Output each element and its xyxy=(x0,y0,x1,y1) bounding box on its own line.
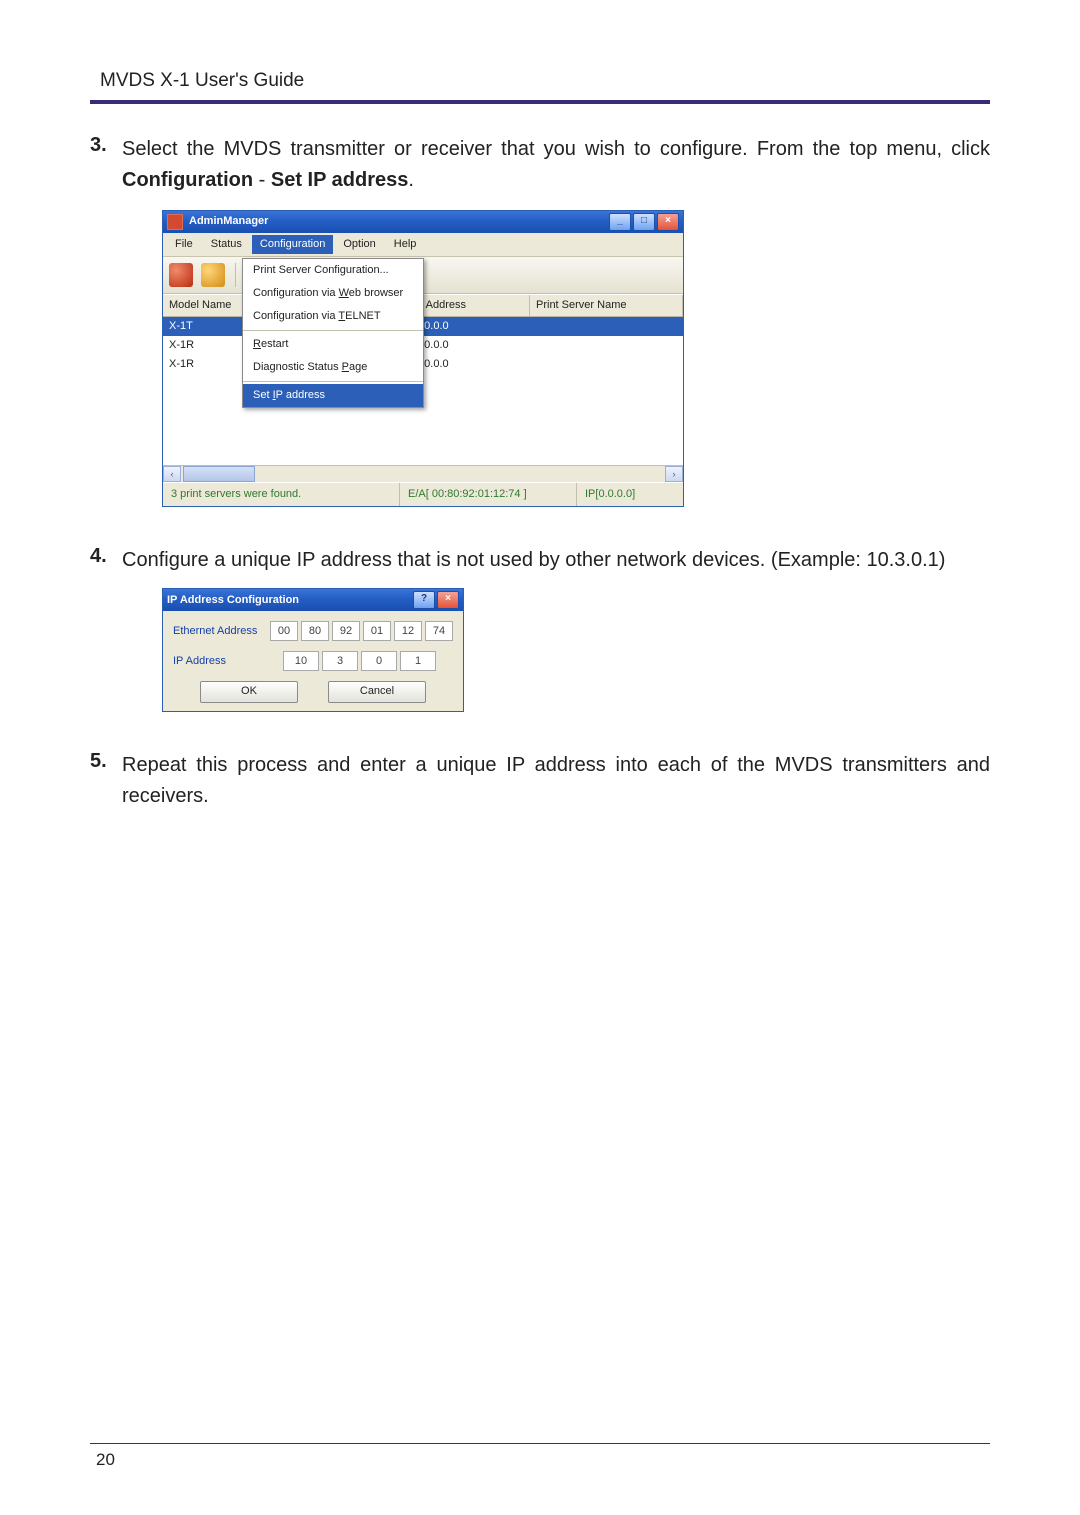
step-4: 4. Configure a unique IP address that is… xyxy=(90,545,990,726)
ip-octet[interactable]: 3 xyxy=(322,651,358,671)
status-ip: IP[0.0.0.0] xyxy=(577,483,683,506)
menu-item-web-browser[interactable]: Configuration via Web browser xyxy=(243,282,423,305)
scroll-right-arrow[interactable]: › xyxy=(665,466,683,482)
step-body: Repeat this process and enter a unique I… xyxy=(122,750,990,812)
horizontal-scrollbar[interactable]: ‹ › xyxy=(163,465,683,482)
step-body: Select the MVDS transmitter or receiver … xyxy=(122,134,990,521)
col-psn[interactable]: Print Server Name xyxy=(530,295,683,316)
toolbar-separator xyxy=(235,263,236,287)
ethernet-address-label: Ethernet Address xyxy=(173,623,270,640)
window-client-area: File Status Configuration Option Help xyxy=(163,233,683,506)
header-rule xyxy=(90,100,990,104)
step-number: 5. xyxy=(90,750,122,812)
period: . xyxy=(408,169,414,191)
ip-octet[interactable]: 10 xyxy=(283,651,319,671)
running-header: MVDS X-1 User's Guide xyxy=(90,70,990,92)
eth-octet[interactable]: 01 xyxy=(363,621,391,641)
menu-file[interactable]: File xyxy=(167,235,201,254)
window-title: AdminManager xyxy=(189,213,609,230)
menu-item-print-server-config[interactable]: Print Server Configuration... xyxy=(243,259,423,282)
cell-ip: 0.0.0.0 xyxy=(409,336,531,355)
step-3: 3. Select the MVDS transmitter or receiv… xyxy=(90,134,990,521)
eth-octet[interactable]: 92 xyxy=(332,621,360,641)
ip-octets: 10 3 0 1 xyxy=(283,651,436,671)
dialog-buttons: OK Cancel xyxy=(173,681,453,703)
ip-octet[interactable]: 1 xyxy=(400,651,436,671)
minimize-button[interactable]: _ xyxy=(609,213,631,231)
menu-item-bold: Set IP address xyxy=(271,169,408,191)
ip-config-dialog: IP Address Configuration ? × Ethernet Ad… xyxy=(162,588,464,712)
dialog-window-buttons: ? × xyxy=(413,591,459,609)
step-5: 5. Repeat this process and enter a uniqu… xyxy=(90,750,990,812)
cell-ip: 0.0.0.0 xyxy=(409,355,531,374)
step-number: 3. xyxy=(90,134,122,521)
page-footer: 20 xyxy=(90,1443,990,1470)
ethernet-address-row: Ethernet Address 00 80 92 01 12 74 xyxy=(173,621,453,641)
window-titlebar[interactable]: AdminManager _ □ × xyxy=(163,211,683,233)
col-ip[interactable]: IP Address xyxy=(407,295,530,316)
menu-item-diagnostic[interactable]: Diagnostic Status Page xyxy=(243,356,423,379)
menu-status[interactable]: Status xyxy=(203,235,250,254)
status-found: 3 print servers were found. xyxy=(163,483,400,506)
eth-octet[interactable]: 00 xyxy=(270,621,298,641)
ok-button[interactable]: OK xyxy=(200,681,298,703)
status-mac: E/A[ 00:80:92:01:12:74 ] xyxy=(400,483,577,506)
menu-item-set-ip[interactable]: Set IP address xyxy=(243,384,423,407)
menu-divider xyxy=(243,330,423,331)
dialog-title: IP Address Configuration xyxy=(167,592,413,609)
ip-address-label: IP Address xyxy=(173,653,283,670)
window-buttons: _ □ × xyxy=(609,213,679,231)
dash: - xyxy=(253,169,271,191)
step-number: 4. xyxy=(90,545,122,726)
help-button[interactable]: ? xyxy=(413,591,435,609)
cell-psn xyxy=(531,317,683,336)
configuration-dropdown[interactable]: Print Server Configuration... Configurat… xyxy=(242,258,424,408)
cell-psn xyxy=(531,355,683,374)
eth-octet[interactable]: 74 xyxy=(425,621,453,641)
ip-octet[interactable]: 0 xyxy=(361,651,397,671)
menu-name-bold: Configuration xyxy=(122,169,253,191)
toolbar-icon-1[interactable] xyxy=(169,263,193,287)
document-page: MVDS X-1 User's Guide 3. Select the MVDS… xyxy=(0,0,1080,1515)
scroll-left-arrow[interactable]: ‹ xyxy=(163,466,181,482)
toolbar-refresh-icon[interactable] xyxy=(201,263,225,287)
cell-model: X-1T xyxy=(163,317,245,336)
footer-rule xyxy=(90,1443,990,1444)
dialog-titlebar[interactable]: IP Address Configuration ? × xyxy=(163,589,463,611)
menu-bar[interactable]: File Status Configuration Option Help xyxy=(163,233,683,257)
menu-divider xyxy=(243,381,423,382)
menu-configuration[interactable]: Configuration xyxy=(252,235,333,254)
cell-ip: 0.0.0.0 xyxy=(409,317,531,336)
col-model[interactable]: Model Name xyxy=(163,295,246,316)
menu-option[interactable]: Option xyxy=(335,235,383,254)
ip-address-row: IP Address 10 3 0 1 xyxy=(173,651,453,671)
close-button[interactable]: × xyxy=(437,591,459,609)
cancel-button[interactable]: Cancel xyxy=(328,681,426,703)
dialog-body: Ethernet Address 00 80 92 01 12 74 xyxy=(163,611,463,711)
step-text: Repeat this process and enter a unique I… xyxy=(122,754,990,807)
instruction-list: 3. Select the MVDS transmitter or receiv… xyxy=(90,134,990,812)
menu-help[interactable]: Help xyxy=(386,235,425,254)
cell-model: X-1R xyxy=(163,336,245,355)
cell-model: X-1R xyxy=(163,355,245,374)
step-text: Select the MVDS transmitter or receiver … xyxy=(122,138,990,160)
status-bar: 3 print servers were found. E/A[ 00:80:9… xyxy=(163,482,683,506)
maximize-button[interactable]: □ xyxy=(633,213,655,231)
eth-octet[interactable]: 12 xyxy=(394,621,422,641)
menu-item-restart[interactable]: Restart xyxy=(243,333,423,356)
close-button[interactable]: × xyxy=(657,213,679,231)
eth-octet[interactable]: 80 xyxy=(301,621,329,641)
page-number: 20 xyxy=(90,1450,990,1470)
app-icon xyxy=(167,214,183,230)
ethernet-octets: 00 80 92 01 12 74 xyxy=(270,621,453,641)
menu-item-telnet[interactable]: Configuration via TELNET xyxy=(243,305,423,328)
step-text: Configure a unique IP address that is no… xyxy=(122,549,945,571)
adminmanager-window: AdminManager _ □ × File Status Configura… xyxy=(162,210,684,507)
cell-psn xyxy=(531,336,683,355)
step-body: Configure a unique IP address that is no… xyxy=(122,545,990,726)
scroll-thumb[interactable] xyxy=(183,466,255,482)
